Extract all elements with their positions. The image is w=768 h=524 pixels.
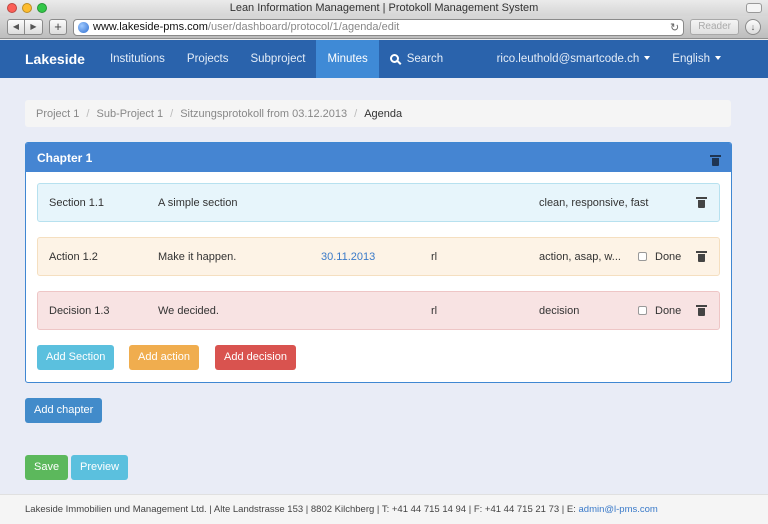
breadcrumb-protocol[interactable]: Sitzungsprotokoll from 03.12.2013 <box>180 108 347 120</box>
row-number: Decision 1.3 <box>49 304 110 317</box>
agenda-row-decision[interactable]: Decision 1.3 We decided. rl decision Don… <box>37 291 720 330</box>
chapter-title[interactable]: Chapter 1 <box>37 151 92 165</box>
footer-address: Lakeside Immobilien und Management Ltd. … <box>25 504 579 515</box>
close-window-button[interactable] <box>7 3 17 13</box>
window-titlebar: Lean Information Management | Protokoll … <box>0 0 768 16</box>
url-path: /user/dashboard/protocol/1/agenda/edit <box>207 21 400 33</box>
row-responsible: rl <box>431 250 438 263</box>
add-chapter-button[interactable]: Add chapter <box>25 398 103 423</box>
row-responsible: rl <box>431 304 438 317</box>
zoom-window-button[interactable] <box>37 3 47 13</box>
nav-right: rico.leuthold@smartcode.ch English <box>486 40 768 78</box>
row-number: Action 1.2 <box>49 250 98 263</box>
nav-search[interactable]: Search <box>379 40 454 78</box>
preview-button[interactable]: Preview <box>71 455 129 480</box>
chapter-panel: Chapter 1 Section 1.1 A simple section c… <box>25 142 732 383</box>
breadcrumb-subproject[interactable]: Sub-Project 1 <box>96 108 163 120</box>
nav-projects[interactable]: Projects <box>176 40 240 78</box>
done-checkbox[interactable] <box>638 306 647 315</box>
language-label: English <box>672 53 710 65</box>
globe-icon <box>78 21 89 33</box>
chevron-down-icon <box>715 56 721 60</box>
done-label: Done <box>655 250 682 263</box>
browser-toolbar: ◀ ▶ + www.lakeside-pms.com/user/dashboar… <box>0 16 768 39</box>
footer-email-link[interactable]: admin@l-pms.com <box>579 504 658 515</box>
nav-subproject[interactable]: Subproject <box>239 40 316 78</box>
row-tags: action, asap, w... <box>539 250 621 263</box>
reload-icon[interactable]: ↻ <box>670 21 679 34</box>
row-tags: clean, responsive, fast <box>539 196 649 209</box>
window-title: Lean Information Management | Protokoll … <box>229 2 539 14</box>
nav-institutions[interactable]: Institutions <box>99 40 176 78</box>
language-menu[interactable]: English <box>661 40 768 78</box>
page-content: Project 1 / Sub-Project 1 / Sitzungsprot… <box>0 78 768 494</box>
done-toggle[interactable]: Done <box>638 251 681 263</box>
toolbar-toggle-button[interactable] <box>746 3 762 13</box>
breadcrumb: Project 1 / Sub-Project 1 / Sitzungsprot… <box>25 100 731 127</box>
user-menu[interactable]: rico.leuthold@smartcode.ch <box>486 40 662 78</box>
url-host: www.lakeside-pms.com <box>93 21 208 33</box>
breadcrumb-project[interactable]: Project 1 <box>36 108 79 120</box>
breadcrumb-current: Agenda <box>364 107 403 120</box>
row-tags: decision <box>539 304 580 317</box>
search-icon <box>389 54 399 63</box>
row-due-date[interactable]: 30.11.2013 <box>321 251 375 263</box>
minimize-window-button[interactable] <box>22 3 32 13</box>
nav-minutes[interactable]: Minutes <box>316 40 379 78</box>
download-icon[interactable]: ↓ <box>745 19 761 35</box>
delete-row-icon[interactable] <box>696 197 707 208</box>
save-button[interactable]: Save <box>25 455 69 480</box>
row-text: We decided. <box>158 304 219 317</box>
window-controls <box>7 3 47 13</box>
page-footer: Lakeside Immobilien und Management Ltd. … <box>0 494 768 524</box>
agenda-row-action[interactable]: Action 1.2 Make it happen. 30.11.2013 rl… <box>37 237 720 276</box>
row-number: Section 1.1 <box>49 196 105 209</box>
forward-button[interactable]: ▶ <box>25 19 43 35</box>
delete-row-icon[interactable] <box>696 251 707 262</box>
back-button[interactable]: ◀ <box>7 19 25 35</box>
nav-search-label: Search <box>406 53 444 65</box>
chevron-down-icon <box>644 56 651 60</box>
add-action-button[interactable]: Add action <box>129 345 199 370</box>
chapter-header: Chapter 1 <box>26 143 731 172</box>
done-label: Done <box>655 304 682 317</box>
agenda-row-section[interactable]: Section 1.1 A simple section clean, resp… <box>37 183 720 222</box>
row-text: Make it happen. <box>158 250 237 263</box>
new-tab-button[interactable]: + <box>49 19 67 35</box>
brand-logo[interactable]: Lakeside <box>0 51 99 67</box>
add-decision-button[interactable]: Add decision <box>215 345 296 370</box>
delete-chapter-icon[interactable] <box>710 155 721 166</box>
delete-row-icon[interactable] <box>696 305 707 316</box>
user-email: rico.leuthold@smartcode.ch <box>496 53 640 65</box>
row-text: A simple section <box>158 196 238 209</box>
main-navbar: Lakeside Institutions Projects Subprojec… <box>0 40 768 78</box>
reader-button[interactable]: Reader <box>690 19 739 35</box>
address-bar[interactable]: www.lakeside-pms.com/user/dashboard/prot… <box>73 18 685 36</box>
history-buttons: ◀ ▶ <box>7 19 43 35</box>
done-toggle[interactable]: Done <box>638 305 681 317</box>
add-section-button[interactable]: Add Section <box>37 345 115 370</box>
done-checkbox[interactable] <box>638 252 647 261</box>
